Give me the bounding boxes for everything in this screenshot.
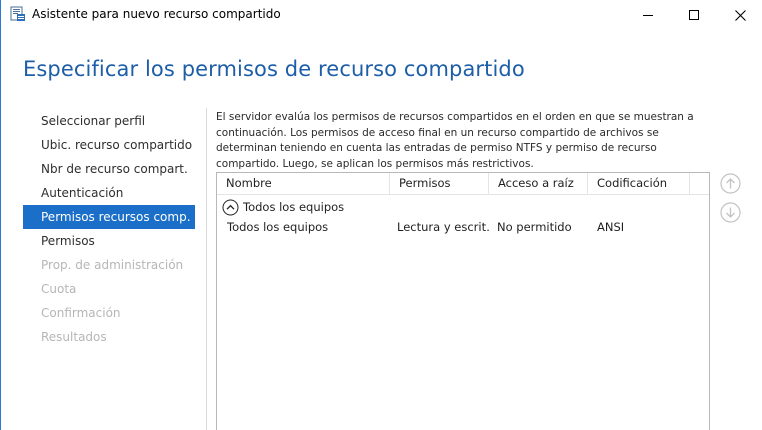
arrow-up-icon bbox=[720, 173, 741, 194]
grid-header: Nombre Permisos Acceso a raíz Codificaci… bbox=[217, 173, 709, 195]
title-bar[interactable]: Asistente para nuevo recurso compartido bbox=[1, 0, 762, 30]
maximize-icon bbox=[689, 10, 699, 20]
wizard-steps-nav: Seleccionar perfil Ubic. recurso compart… bbox=[23, 109, 195, 349]
nav-item-seleccionar-perfil[interactable]: Seleccionar perfil bbox=[23, 109, 195, 133]
description-text: El servidor evalúa los permisos de recur… bbox=[216, 111, 694, 170]
nav-item-permisos-recursos[interactable]: Permisos recursos comp. bbox=[23, 205, 195, 229]
window-title: Asistente para nuevo recurso compartido bbox=[32, 7, 281, 21]
permissions-grid[interactable]: Nombre Permisos Acceso a raíz Codificaci… bbox=[216, 172, 710, 430]
nav-item-confirmacion: Confirmación bbox=[41, 306, 121, 320]
column-header-codificacion[interactable]: Codificación bbox=[588, 173, 690, 194]
column-header-permisos[interactable]: Permisos bbox=[390, 173, 489, 194]
cell-acceso-raiz: No permitido bbox=[497, 220, 572, 234]
cell-codificacion: ANSI bbox=[597, 220, 625, 234]
nav-item-prop-administracion: Prop. de administración bbox=[41, 258, 184, 272]
close-icon bbox=[734, 9, 746, 21]
nav-item-permisos[interactable]: Permisos bbox=[23, 229, 195, 253]
column-header-acceso-raiz[interactable]: Acceso a raíz bbox=[489, 173, 588, 194]
arrow-down-icon bbox=[720, 202, 741, 223]
window-frame-left bbox=[0, 0, 1, 430]
maximize-button[interactable] bbox=[671, 0, 717, 30]
group-header-row[interactable]: Todos los equipos bbox=[217, 197, 709, 219]
nav-item-ubicacion[interactable]: Ubic. recurso compartido bbox=[23, 133, 195, 157]
table-row[interactable]: Todos los equipos Lectura y escrit… No p… bbox=[217, 219, 709, 239]
close-button[interactable] bbox=[717, 0, 762, 30]
collapse-up-icon[interactable] bbox=[222, 199, 239, 216]
divider bbox=[206, 108, 207, 430]
nav-item-nombre-recurso[interactable]: Nbr de recurso compart. bbox=[23, 157, 195, 181]
nav-item-resultados: Resultados bbox=[41, 330, 107, 344]
minimize-button[interactable] bbox=[625, 0, 671, 30]
nav-item-autenticacion[interactable]: Autenticación bbox=[23, 181, 195, 205]
cell-nombre: Todos los equipos bbox=[227, 220, 329, 234]
column-header-nombre[interactable]: Nombre bbox=[217, 173, 390, 194]
group-label: Todos los equipos bbox=[243, 200, 345, 214]
move-up-button[interactable] bbox=[720, 173, 741, 194]
page-title: Especificar los permisos de recurso comp… bbox=[23, 57, 525, 81]
minimize-icon bbox=[643, 15, 653, 16]
nav-item-cuota: Cuota bbox=[41, 282, 77, 296]
app-icon bbox=[10, 6, 26, 22]
move-down-button[interactable] bbox=[720, 202, 741, 223]
cell-permisos: Lectura y escrit… bbox=[397, 220, 489, 234]
